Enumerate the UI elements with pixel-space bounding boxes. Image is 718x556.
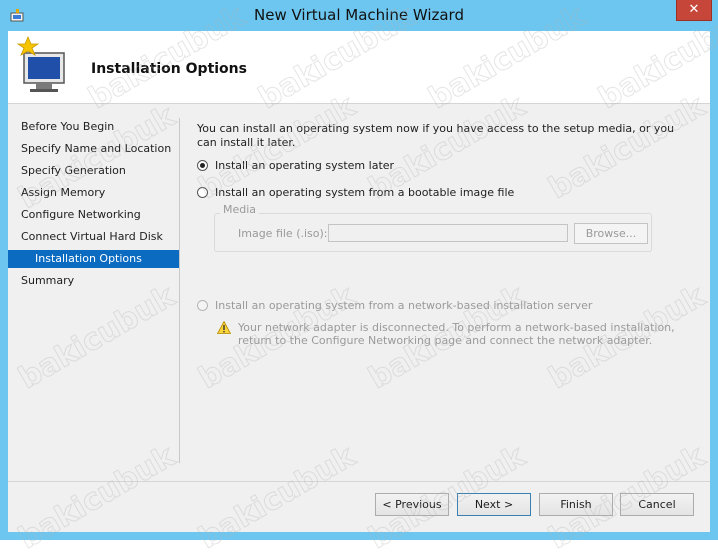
- nav-item-summary[interactable]: Summary: [8, 272, 179, 290]
- warning-triangle-icon: [217, 321, 231, 334]
- option-install-later[interactable]: Install an operating system later: [197, 158, 394, 174]
- wizard-client-area: Installation Options Before You Begin Sp…: [8, 31, 710, 532]
- radio-install-later[interactable]: [197, 160, 208, 171]
- nav-item-specify-generation[interactable]: Specify Generation: [8, 162, 179, 180]
- media-group-legend: Media: [220, 203, 260, 216]
- nav-item-assign-memory[interactable]: Assign Memory: [8, 184, 179, 202]
- nav-item-before-you-begin[interactable]: Before You Begin: [8, 118, 179, 136]
- radio-install-from-image[interactable]: [197, 187, 208, 198]
- nav-item-installation-options[interactable]: Installation Options: [8, 250, 179, 268]
- finish-button[interactable]: Finish: [539, 493, 613, 516]
- nav-divider: [179, 118, 180, 463]
- option-install-from-image-label: Install an operating system from a boota…: [215, 186, 515, 199]
- title-bar[interactable]: New Virtual Machine Wizard ✕: [0, 0, 718, 31]
- iso-file-label: Image file (.iso):: [238, 227, 328, 240]
- nav-item-configure-networking[interactable]: Configure Networking: [8, 206, 179, 224]
- iso-file-input[interactable]: [328, 224, 568, 242]
- option-install-from-network[interactable]: Install an operating system from a netwo…: [197, 298, 592, 314]
- option-install-from-image[interactable]: Install an operating system from a boota…: [197, 185, 514, 201]
- wizard-window: New Virtual Machine Wizard ✕ Installatio…: [0, 0, 718, 556]
- wizard-header: Installation Options: [8, 31, 710, 104]
- option-install-from-network-label: Install an operating system from a netwo…: [215, 299, 593, 312]
- close-button[interactable]: ✕: [676, 0, 712, 21]
- nav-item-specify-name-and-location[interactable]: Specify Name and Location: [8, 140, 179, 158]
- nav-item-connect-virtual-hard-disk[interactable]: Connect Virtual Hard Disk: [8, 228, 179, 246]
- footer-divider: [8, 481, 710, 482]
- next-button[interactable]: Next >: [457, 493, 531, 516]
- browse-button[interactable]: Browse...: [574, 223, 648, 244]
- previous-button[interactable]: < Previous: [375, 493, 449, 516]
- new-vm-wizard-icon: [16, 35, 65, 92]
- cancel-button[interactable]: Cancel: [620, 493, 694, 516]
- option-install-later-label: Install an operating system later: [215, 159, 395, 172]
- page-description: You can install an operating system now …: [197, 122, 675, 149]
- page-title: Installation Options: [91, 61, 247, 77]
- wizard-steps-nav: Before You Begin Specify Name and Locati…: [8, 113, 179, 465]
- network-warning-text: Your network adapter is disconnected. To…: [238, 321, 675, 347]
- radio-install-from-network[interactable]: [197, 300, 208, 311]
- window-title: New Virtual Machine Wizard: [254, 6, 464, 24]
